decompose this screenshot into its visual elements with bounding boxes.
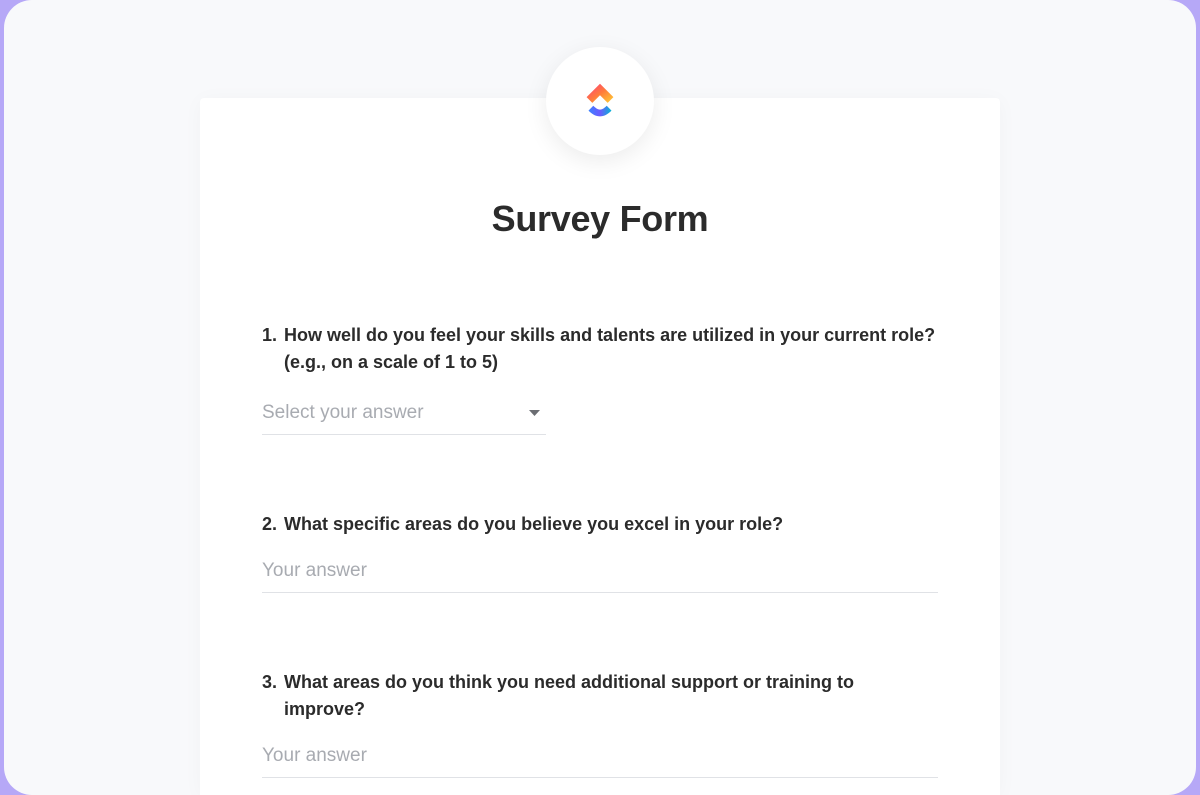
- page-background: Survey Form 1. How well do you feel your…: [4, 0, 1196, 795]
- question-number: 2.: [262, 511, 284, 538]
- question-text: What specific areas do you believe you e…: [284, 511, 938, 538]
- clickup-logo-icon: [577, 78, 623, 124]
- question-label: 2. What specific areas do you believe yo…: [262, 511, 938, 538]
- question-text: What areas do you think you need additio…: [284, 669, 938, 723]
- support-areas-input[interactable]: [262, 745, 938, 778]
- question-number: 1.: [262, 322, 284, 376]
- excel-areas-input[interactable]: [262, 560, 938, 593]
- question-1: 1. How well do you feel your skills and …: [262, 322, 938, 435]
- question-text: How well do you feel your skills and tal…: [284, 322, 938, 376]
- question-2: 2. What specific areas do you believe yo…: [262, 511, 938, 593]
- question-number: 3.: [262, 669, 284, 723]
- select-placeholder: Select your answer: [262, 402, 424, 424]
- question-label: 3. What areas do you think you need addi…: [262, 669, 938, 723]
- survey-form-card: Survey Form 1. How well do you feel your…: [200, 98, 1000, 795]
- question-3: 3. What areas do you think you need addi…: [262, 669, 938, 778]
- logo-container: [546, 47, 654, 155]
- scale-select[interactable]: Select your answer: [262, 402, 546, 435]
- question-label: 1. How well do you feel your skills and …: [262, 322, 938, 376]
- questions-container: 1. How well do you feel your skills and …: [262, 322, 938, 778]
- chevron-down-icon: [529, 404, 540, 422]
